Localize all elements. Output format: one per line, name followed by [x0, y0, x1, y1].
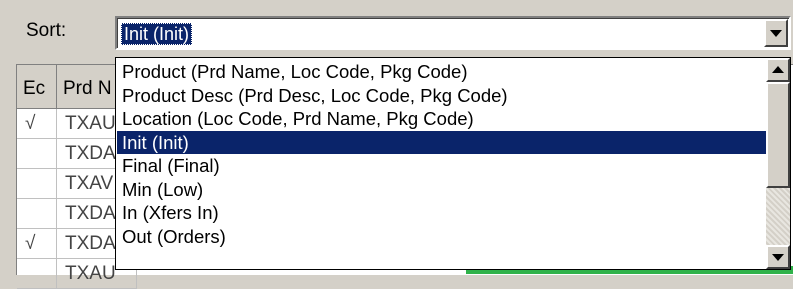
sort-selected-value[interactable]: Init (Init) [121, 23, 193, 45]
sort-option-init[interactable]: Init (Init) [117, 130, 767, 154]
dropdown-scrollbar[interactable] [766, 58, 790, 269]
sort-option-location[interactable]: Location (Loc Code, Prd Name, Pkg Code) [117, 107, 767, 131]
chevron-down-icon [772, 254, 784, 261]
scroll-down-button[interactable] [766, 245, 790, 269]
sort-option-product[interactable]: Product (Prd Name, Loc Code, Pkg Code) [117, 60, 767, 84]
sort-dropdown-list[interactable]: Product (Prd Name, Loc Code, Pkg Code) P… [115, 57, 791, 270]
sort-label: Sort: [26, 20, 67, 41]
grid-check-cell[interactable]: √ [17, 109, 57, 139]
sort-options: Product (Prd Name, Loc Code, Pkg Code) P… [117, 60, 767, 248]
sort-option-out[interactable]: Out (Orders) [117, 225, 767, 249]
grid-check-cell[interactable] [17, 259, 57, 289]
scroll-up-button[interactable] [766, 58, 790, 82]
sort-option-in[interactable]: In (Xfers In) [117, 201, 767, 225]
chevron-up-icon [772, 66, 784, 73]
sort-combobox[interactable]: Init (Init) [115, 16, 791, 50]
sort-option-min[interactable]: Min (Low) [117, 178, 767, 202]
dropdown-button[interactable] [764, 19, 788, 47]
grid-check-cell[interactable]: √ [17, 229, 57, 259]
scroll-thumb[interactable] [766, 82, 790, 188]
sort-option-product-desc[interactable]: Product Desc (Prd Desc, Loc Code, Pkg Co… [117, 84, 767, 108]
grid-header-ec[interactable]: Ec [17, 65, 57, 109]
chevron-down-icon [770, 30, 782, 37]
grid-check-cell[interactable] [17, 199, 57, 229]
sort-option-final[interactable]: Final (Final) [117, 154, 767, 178]
grid-check-cell[interactable] [17, 169, 57, 199]
grid-check-cell[interactable] [17, 139, 57, 169]
